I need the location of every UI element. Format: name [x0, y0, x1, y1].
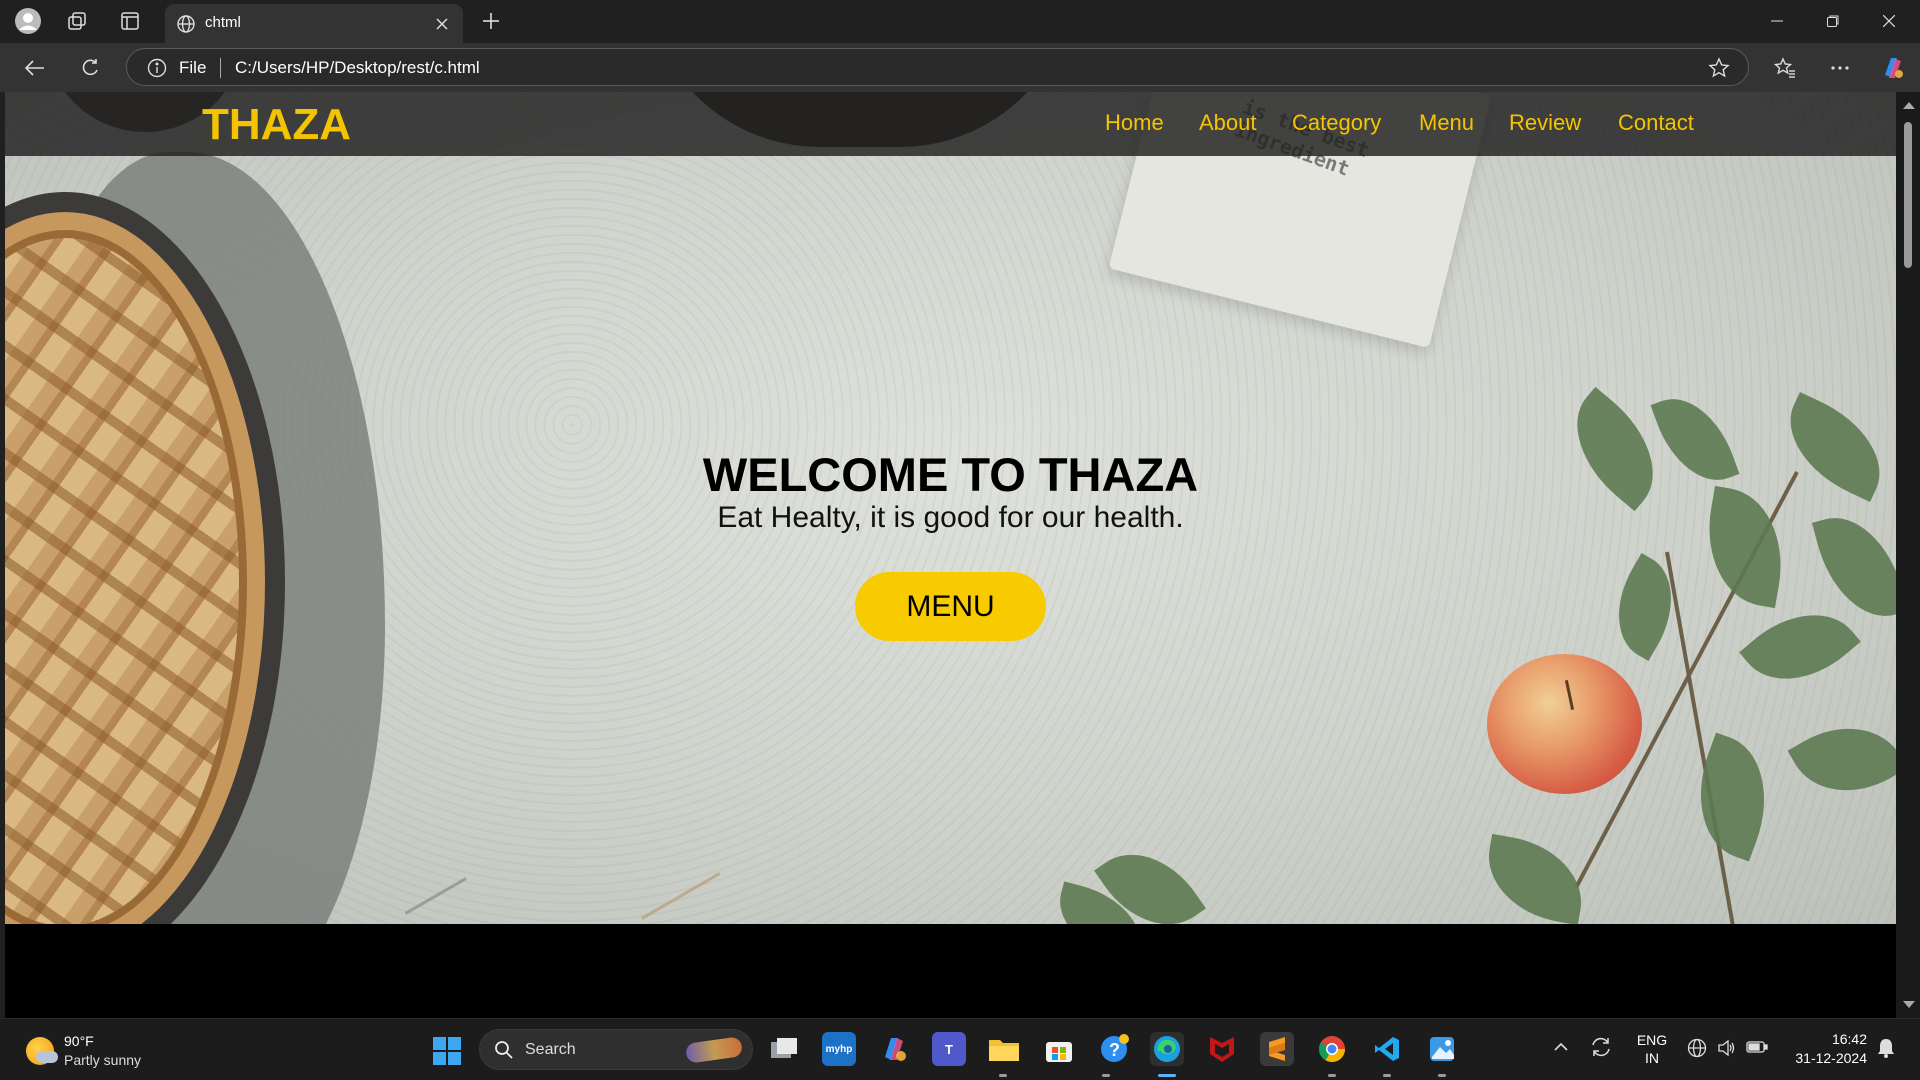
menu-button[interactable]: MENU: [855, 572, 1046, 641]
nav-contact[interactable]: Contact: [1618, 110, 1694, 136]
battery-icon[interactable]: [1746, 1040, 1768, 1057]
browser-toolbar: File C:/Users/HP/Desktop/rest/c.html: [0, 43, 1920, 92]
windows-taskbar: 90°F Partly sunny Search myhp T ? ENG IN…: [0, 1018, 1920, 1080]
site-header: THAZA Home About Category Menu Review Co…: [5, 92, 1896, 156]
tab-title: chtml: [205, 14, 241, 31]
page-viewport: is the best ingredient THAZA Home About: [5, 92, 1896, 1018]
nav-review[interactable]: Review: [1509, 110, 1581, 136]
svg-text:?: ?: [1109, 1040, 1120, 1060]
nav-category[interactable]: Category: [1292, 110, 1381, 136]
photos-app-icon[interactable]: [1425, 1032, 1459, 1066]
hero-title: WELCOME TO THAZA: [702, 448, 1199, 501]
profile-avatar-icon[interactable]: [13, 6, 43, 36]
restore-icon[interactable]: [1805, 0, 1861, 42]
region-code: IN: [1645, 1050, 1659, 1066]
nav-home[interactable]: Home: [1105, 110, 1164, 136]
hero-subtitle: Eat Healty, it is good for our health.: [717, 501, 1184, 534]
search-label: Search: [525, 1041, 576, 1058]
task-view-icon[interactable]: [767, 1032, 801, 1066]
mcafee-app-icon[interactable]: [1205, 1032, 1239, 1066]
volume-icon[interactable]: [1716, 1038, 1736, 1061]
page-scrollbar[interactable]: [1896, 92, 1920, 1018]
copilot-icon[interactable]: [1878, 53, 1908, 83]
browser-tab-active[interactable]: chtml: [165, 4, 463, 44]
taskbar-search[interactable]: Search: [479, 1029, 753, 1070]
tips-app-icon[interactable]: ?: [1097, 1032, 1131, 1066]
site-info-icon[interactable]: [147, 58, 167, 82]
teams-app-icon[interactable]: T: [932, 1032, 966, 1066]
globe-icon: [177, 15, 195, 37]
weather-widget[interactable]: 90°F Partly sunny: [22, 1031, 192, 1073]
network-globe-icon[interactable]: [1687, 1038, 1707, 1061]
start-windows-icon[interactable]: [433, 1037, 461, 1065]
scroll-down-arrow-icon[interactable]: [1903, 1001, 1915, 1008]
show-hidden-icons-chevron-icon[interactable]: [1553, 1039, 1569, 1055]
copilot-app-icon[interactable]: [877, 1032, 911, 1066]
language-code: ENG: [1636, 1032, 1668, 1048]
clock[interactable]: 16:42 31-12-2024: [1785, 1030, 1867, 1068]
back-arrow-icon[interactable]: [20, 53, 50, 83]
vertical-tabs-icon[interactable]: [115, 6, 145, 36]
sublime-text-icon[interactable]: [1260, 1032, 1294, 1066]
edge-browser-icon[interactable]: [1150, 1032, 1184, 1066]
search-icon: [494, 1040, 514, 1064]
language-indicator[interactable]: ENG IN: [1636, 1031, 1668, 1067]
minimize-icon[interactable]: [1749, 0, 1805, 42]
more-options-icon[interactable]: [1825, 53, 1855, 83]
sync-icon[interactable]: [1589, 1035, 1613, 1062]
notification-bell-icon[interactable]: [1877, 1038, 1895, 1061]
close-window-icon[interactable]: [1861, 0, 1917, 42]
address-url[interactable]: C:/Users/HP/Desktop/rest/c.html: [235, 58, 480, 78]
clock-date: 31-12-2024: [1795, 1050, 1867, 1066]
new-tab-plus-icon[interactable]: [476, 6, 506, 36]
weather-temp: 90°F: [64, 1033, 94, 1049]
site-logo[interactable]: THAZA: [202, 100, 351, 150]
scrollbar-thumb[interactable]: [1904, 122, 1912, 268]
vscode-app-icon[interactable]: [1370, 1032, 1404, 1066]
favorite-star-icon[interactable]: [1708, 57, 1730, 83]
nav-menu[interactable]: Menu: [1419, 110, 1474, 136]
browser-tab-strip: chtml: [0, 0, 1920, 44]
refresh-icon[interactable]: [75, 53, 105, 83]
apple-image: [1487, 654, 1642, 794]
chrome-browser-icon[interactable]: [1315, 1032, 1349, 1066]
address-bar[interactable]: File C:/Users/HP/Desktop/rest/c.html: [126, 48, 1749, 86]
workspaces-icon[interactable]: [62, 6, 92, 36]
scroll-up-arrow-icon[interactable]: [1903, 102, 1915, 109]
favorites-icon[interactable]: [1770, 53, 1800, 83]
address-scheme: File: [179, 58, 207, 77]
weather-condition: Partly sunny: [64, 1052, 142, 1068]
myhp-app-icon[interactable]: myhp: [822, 1032, 856, 1066]
address-divider: [220, 58, 221, 78]
close-tab-icon[interactable]: [431, 13, 453, 35]
search-highlight-icon: [684, 1036, 744, 1064]
microsoft-store-icon[interactable]: [1042, 1032, 1076, 1066]
hero-section: is the best ingredient THAZA Home About: [5, 92, 1896, 924]
file-explorer-icon[interactable]: [987, 1032, 1021, 1066]
nav-about[interactable]: About: [1199, 110, 1257, 136]
clock-time: 16:42: [1831, 1031, 1867, 1047]
